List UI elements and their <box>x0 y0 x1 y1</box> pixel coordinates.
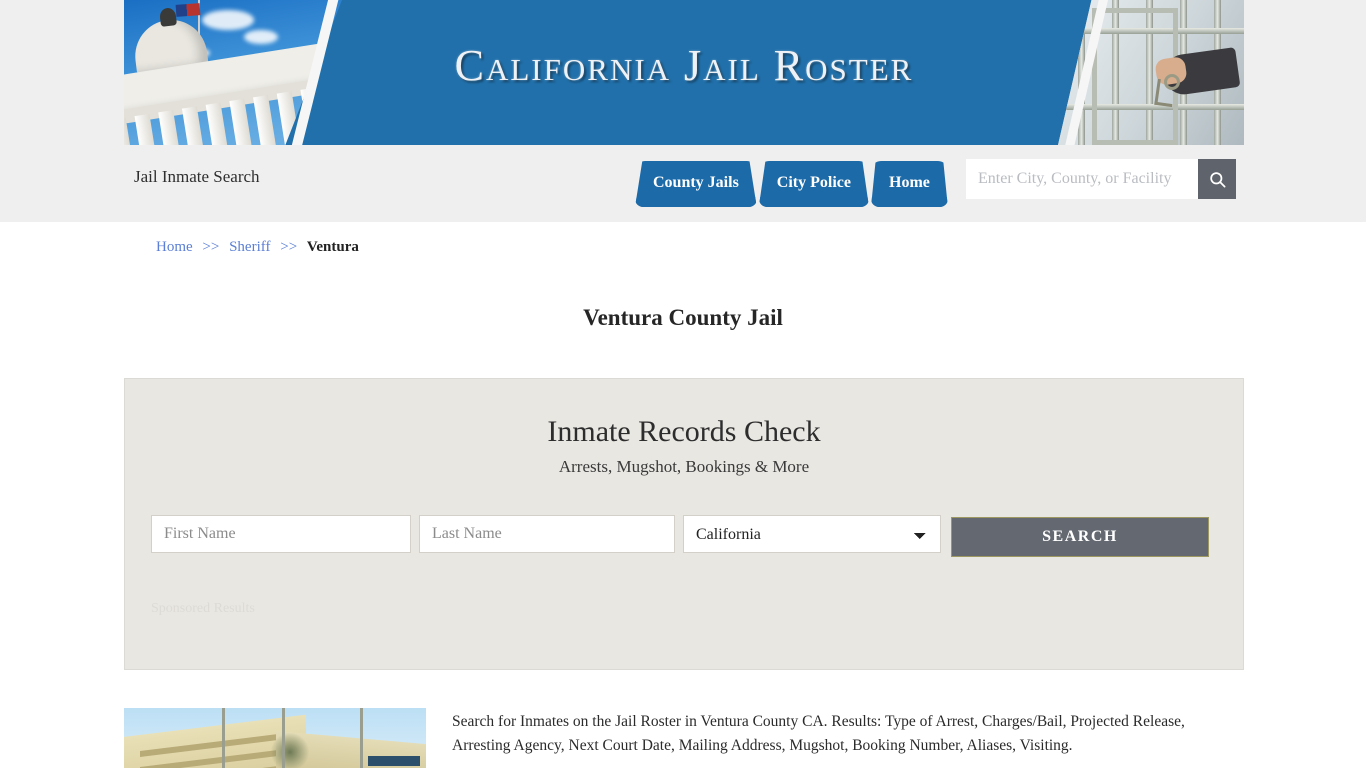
nav-tab-home[interactable]: Home <box>871 161 948 207</box>
page-title: Ventura County Jail <box>583 305 783 331</box>
state-select[interactable]: California <box>683 515 941 553</box>
thumbnail-tree <box>270 728 310 768</box>
site-banner: California Jail Roster <box>124 0 1244 145</box>
page-description: Search for Inmates on the Jail Roster in… <box>452 713 1185 754</box>
breadcrumb: Home >> Sheriff >> Ventura <box>156 239 359 256</box>
flag-shape <box>175 3 201 17</box>
card-title: Inmate Records Check <box>547 415 821 448</box>
breadcrumb-separator: >> <box>202 239 220 255</box>
site-name: Jail Inmate Search <box>134 167 260 186</box>
inmate-records-card: Inmate Records Check Arrests, Mugshot, B… <box>124 378 1244 670</box>
inmate-search-button[interactable]: SEARCH <box>951 517 1209 557</box>
nav-tab-city-police[interactable]: City Police <box>758 161 869 207</box>
header-search-input[interactable] <box>966 159 1198 199</box>
search-icon <box>1209 171 1225 187</box>
sponsored-results-label: Sponsored Results <box>151 601 255 616</box>
header-search <box>966 159 1236 199</box>
breadcrumb-item-current: Ventura <box>306 239 359 255</box>
first-name-input[interactable] <box>151 515 411 553</box>
header-search-button[interactable] <box>1198 159 1236 199</box>
breadcrumb-separator: >> <box>280 239 298 255</box>
jail-building-thumbnail <box>124 708 426 768</box>
thumbnail-window <box>368 756 420 766</box>
last-name-input[interactable] <box>419 515 675 553</box>
nav-tabs: County Jails City Police Home <box>635 161 950 207</box>
card-subtitle: Arrests, Mugshot, Bookings & More <box>558 457 810 476</box>
thumbnail-pole <box>360 708 363 768</box>
breadcrumb-item-sheriff[interactable]: Sheriff <box>229 239 270 255</box>
inmate-search-form: California SEARCH <box>151 515 1219 557</box>
navbar: Jail Inmate Search County Jails City Pol… <box>124 145 1244 222</box>
banner-title: California Jail Roster <box>454 41 914 90</box>
nav-tab-county-jails[interactable]: County Jails <box>635 161 757 207</box>
thumbnail-pole <box>222 708 225 768</box>
cloud-shape <box>202 10 254 30</box>
breadcrumb-item-home[interactable]: Home <box>156 239 193 255</box>
thumbnail-pole <box>282 708 285 768</box>
